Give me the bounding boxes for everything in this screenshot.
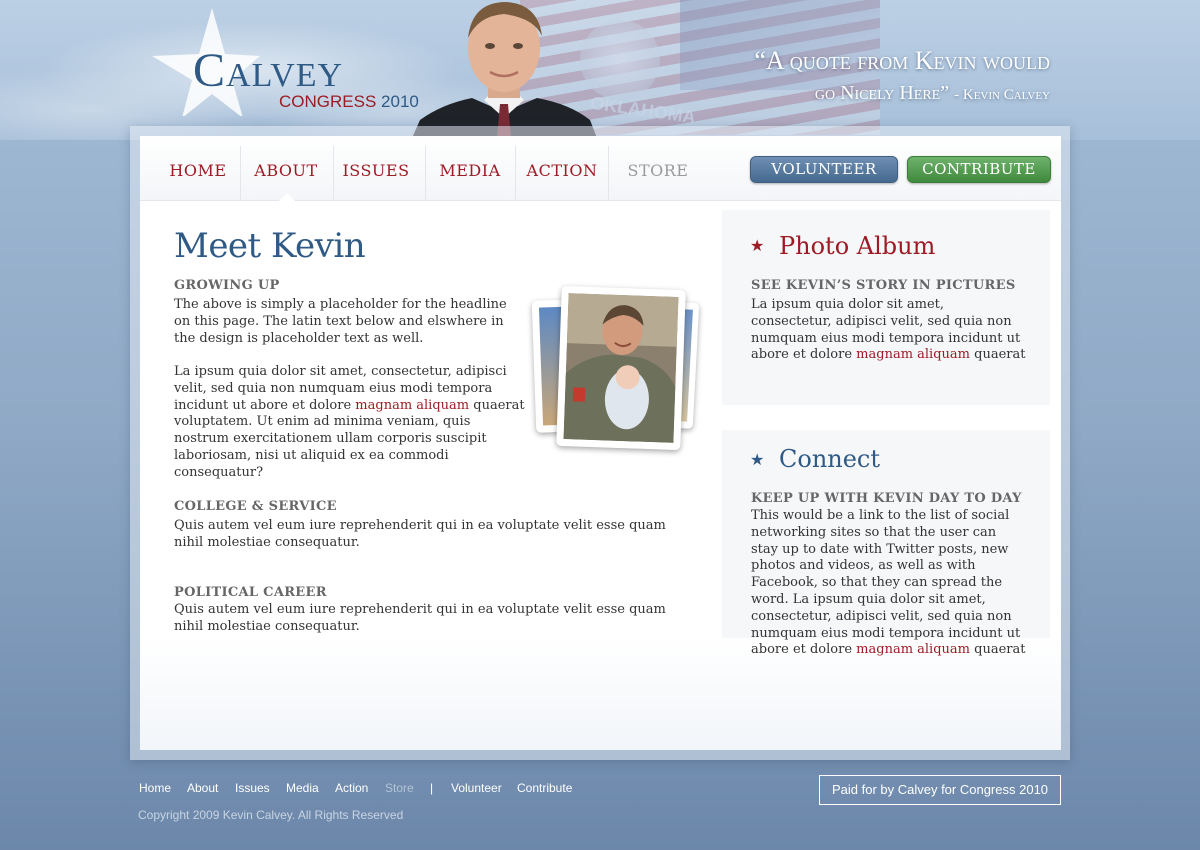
photo-album-box: ★ Photo Album SEE KEVIN’S STORY IN PICTU…	[722, 210, 1050, 405]
photo-album-subheading: SEE KEVIN’S STORY IN PICTURES	[751, 278, 1016, 293]
connect-subheading: KEEP UP WITH KEVIN DAY TO DAY	[751, 491, 1022, 506]
connect-text: This would be a link to the list of soci…	[751, 508, 1026, 659]
footer-link-contribute[interactable]: Contribute	[517, 781, 572, 795]
volunteer-button[interactable]: VOLUNTEER	[750, 156, 898, 183]
quote-attribution: - Kevin Calvey	[954, 87, 1050, 103]
magnam-aliquam-link[interactable]: magnam aliquam	[355, 398, 469, 413]
college-text: Quis autem vel eum iure reprehenderit qu…	[174, 518, 666, 550]
page-title: Meet Kevin	[174, 226, 366, 266]
logo-congress: CONGRESS	[279, 92, 377, 111]
growing-up-intro: The above is simply a placeholder for th…	[174, 297, 507, 346]
nav-divider	[240, 146, 241, 200]
nav-issues[interactable]: ISSUES	[338, 136, 414, 200]
contribute-button[interactable]: CONTRIBUTE	[907, 156, 1051, 183]
copyright-text: Copyright 2009 Kevin Calvey. All Rights …	[138, 808, 404, 822]
footer-link-about[interactable]: About	[187, 781, 218, 795]
star-icon: ★	[750, 236, 765, 255]
quote-line-1: “A quote from Kevin would	[754, 46, 1050, 75]
footer-link-media[interactable]: Media	[286, 781, 319, 795]
nav-divider	[333, 146, 334, 200]
footer-link-home[interactable]: Home	[139, 781, 171, 795]
political-text: Quis autem vel eum iure reprehenderit qu…	[174, 602, 666, 634]
main-nav: HOME ABOUT ISSUES MEDIA ACTION STORE VOL…	[140, 136, 1061, 201]
photo-front	[556, 285, 686, 451]
logo-name[interactable]: Calvey	[193, 46, 343, 96]
photo-album-title[interactable]: Photo Album	[779, 232, 935, 260]
photo-album-text: La ipsum quia dolor sit amet, consectetu…	[751, 297, 1026, 364]
candidate-portrait	[412, 2, 597, 138]
footer-link-store[interactable]: Store	[385, 781, 414, 795]
photo-stack[interactable]	[531, 285, 704, 456]
quote-line-2-text: go Nicely Here”	[814, 82, 950, 104]
footer-link-action[interactable]: Action	[335, 781, 368, 795]
photo-album-text-end: quaerat	[974, 347, 1026, 363]
flag-text: OKLAHOMA	[589, 92, 697, 128]
active-nav-pointer	[279, 193, 295, 201]
magnam-aliquam-link[interactable]: magnam aliquam	[856, 642, 970, 657]
nav-media[interactable]: MEDIA	[430, 136, 510, 200]
quote-line-2: go Nicely Here” - Kevin Calvey	[690, 78, 1050, 110]
nav-action[interactable]: ACTION	[520, 136, 604, 200]
nav-divider	[425, 146, 426, 200]
footer-link-issues[interactable]: Issues	[235, 781, 270, 795]
site-header: OKLAHOMA Calvey CONGRESS 2010 “A quote f…	[0, 0, 1200, 140]
content-panel: HOME ABOUT ISSUES MEDIA ACTION STORE VOL…	[140, 136, 1061, 750]
connect-box: ★ Connect KEEP UP WITH KEVIN DAY TO DAY …	[722, 430, 1050, 657]
star-icon: ★	[750, 450, 765, 469]
nav-store[interactable]: STORE	[616, 136, 700, 200]
nav-about[interactable]: ABOUT	[244, 136, 328, 200]
growing-up-body: La ipsum quia dolor sit amet, consectetu…	[174, 364, 526, 482]
soldier-with-baby-photo	[563, 293, 679, 443]
nav-divider	[608, 146, 609, 200]
header-quote: “A quote from Kevin would go Nicely Here…	[690, 44, 1050, 110]
nav-divider	[515, 146, 516, 200]
logo-subtitle: CONGRESS 2010	[279, 92, 419, 112]
connect-text-start: This would be a link to the list of soci…	[751, 508, 1021, 658]
political-heading: POLITICAL CAREER	[174, 585, 327, 600]
connect-text-end: quaerat	[974, 642, 1026, 658]
magnam-aliquam-link[interactable]: magnam aliquam	[856, 347, 970, 362]
footer-link-volunteer[interactable]: Volunteer	[451, 781, 502, 795]
college-heading: COLLEGE & SERVICE	[174, 499, 337, 514]
footer-separator: |	[430, 781, 434, 795]
connect-title[interactable]: Connect	[779, 445, 880, 473]
nav-home[interactable]: HOME	[160, 136, 236, 200]
paid-for-notice: Paid for by Calvey for Congress 2010	[819, 775, 1061, 805]
growing-up-heading: GROWING UP	[174, 278, 280, 293]
